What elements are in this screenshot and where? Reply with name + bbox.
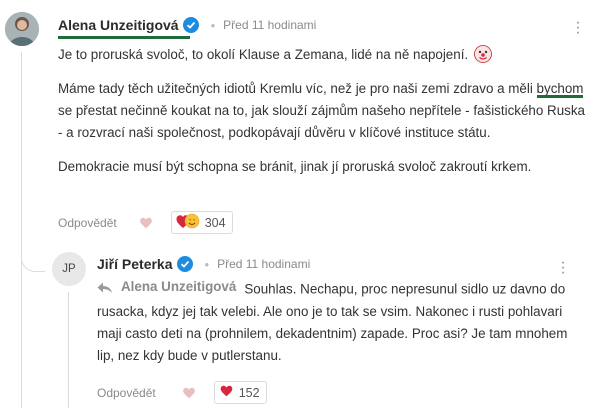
reaction-summary[interactable]: 304 (170, 211, 233, 234)
reaction-count: 304 (204, 215, 226, 230)
comment-paragraph: Máme tady těch užitečných idiotů Kremlu … (58, 81, 585, 140)
heart-icon[interactable] (182, 386, 196, 400)
thread-line (68, 292, 69, 408)
author-name[interactable]: Alena Unzeitigová (58, 17, 179, 33)
verified-icon (176, 256, 193, 272)
comment-body: Alena Unzeitigová Souhlas. Nechapu, proc… (97, 276, 577, 367)
avatar-initials: JP (62, 263, 76, 275)
heart-icon[interactable] (139, 216, 153, 230)
comment-actions: Odpovědět 152 (97, 381, 267, 404)
reply-connector (21, 242, 45, 272)
thread-line (21, 52, 22, 408)
clown-emoji-icon (473, 45, 492, 63)
avatar[interactable]: JP (52, 252, 86, 286)
comment-paragraph: Je to proruská svoloč, to okolí Klause a… (58, 44, 588, 66)
reaction-count: 152 (238, 385, 260, 400)
avatar[interactable] (5, 12, 39, 46)
comment-time[interactable]: Před 11 hodinami (217, 257, 310, 271)
reply-to[interactable]: Alena Unzeitigová (97, 276, 236, 298)
heart-eyes-emoji-icon (176, 213, 200, 232)
reply-to-name: Alena Unzeitigová (121, 279, 237, 294)
comment-body: Je to proruská svoloč, to okolí Klause a… (58, 44, 588, 190)
reply-button[interactable]: Odpovědět (97, 386, 156, 400)
heart-icon (219, 384, 234, 401)
separator-dot: • (204, 256, 210, 272)
reaction-summary[interactable]: 152 (213, 381, 267, 404)
text-highlight-underline (536, 95, 584, 98)
comment-header: Alena Unzeitigová • Před 11 hodinami (58, 17, 316, 33)
comment-header: Jiří Peterka • Před 11 hodinami (97, 256, 310, 272)
more-menu-icon[interactable]: · · · (560, 255, 566, 281)
comment-time[interactable]: Před 11 hodinami (223, 18, 316, 32)
comment-paragraph: Demokracie musí být schopna se bránit, j… (58, 159, 532, 174)
reply-button[interactable]: Odpovědět (58, 216, 117, 230)
separator-dot: • (210, 17, 216, 33)
author-highlight-underline (58, 36, 190, 39)
more-menu-icon[interactable]: · · · (575, 15, 581, 41)
author-name[interactable]: Jiří Peterka (97, 256, 173, 272)
comment-actions: Odpovědět 304 (58, 211, 233, 234)
reply-arrow-icon (97, 282, 112, 293)
verified-icon (182, 17, 199, 33)
